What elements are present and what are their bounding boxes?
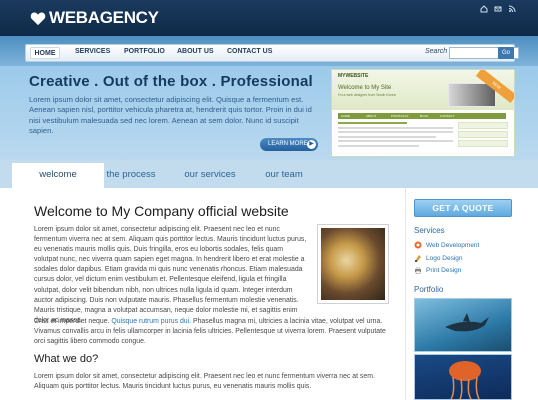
learn-more-button[interactable]: LEARN MORE ▶ <box>260 138 318 151</box>
preview-line <box>338 122 407 124</box>
preview-nav-item: BLOG <box>420 113 429 118</box>
services-heading: Services <box>414 226 445 235</box>
jellyfish-image <box>449 361 481 400</box>
preview-line <box>338 131 453 133</box>
preview-line <box>338 144 419 147</box>
intro-paragraph: Lorem ipsum dolor sit amet, consectetur … <box>34 226 307 324</box>
portfolio-heading: Portfolio <box>414 285 444 294</box>
column-divider <box>405 188 406 400</box>
portfolio-thumbnail[interactable] <box>414 354 512 400</box>
shark-image <box>445 313 489 332</box>
preview-side-box <box>458 131 508 138</box>
paragraph-text: Cras et imperdiet neque. <box>34 318 110 325</box>
service-label: Logo Design <box>426 254 463 262</box>
heart-icon <box>30 12 46 25</box>
preview-subtitle: I'm a web designer from South Korea <box>338 93 396 97</box>
preview-logo: MYWEBSITE <box>338 73 369 79</box>
preview-side-box <box>458 122 508 129</box>
inline-link[interactable]: Quisque rutrum purus dui. <box>111 318 191 325</box>
arrow-right-icon: ▶ <box>307 140 316 149</box>
top-icons <box>480 5 516 13</box>
search-label: Search <box>425 48 448 55</box>
portfolio-thumbnail[interactable] <box>414 298 512 352</box>
preview-nav-item: ABOUT <box>366 113 377 118</box>
page-heading: Welcome to My Company official website <box>34 203 289 219</box>
site-header: WEBAGENCY <box>0 0 538 36</box>
preview-sidebar <box>458 122 508 156</box>
preview-nav: HOME ABOUT PORTFOLIO BLOG CONTACT <box>338 113 506 119</box>
home-icon[interactable] <box>480 5 488 13</box>
logo-text: WEBAGENCY <box>49 8 159 27</box>
service-link-web-development[interactable]: Web Development <box>414 241 479 249</box>
preview-line <box>338 140 453 142</box>
print-design-icon <box>415 267 421 274</box>
tab-bar: welcome the process our services our tea… <box>0 160 538 188</box>
preview-nav-item: CONTACT <box>440 113 455 118</box>
section-heading: What we do? <box>34 353 99 365</box>
preview-nav-item: HOME <box>341 113 350 118</box>
preview-body <box>338 122 453 156</box>
web-development-icon <box>414 241 422 249</box>
website-preview-image: MYWEBSITE Welcome to My Site I'm a web d… <box>331 69 515 157</box>
preview-side-box <box>458 140 508 147</box>
nav-item-services[interactable]: SERVICES <box>75 48 110 55</box>
learn-more-label: LEARN MORE <box>268 141 308 147</box>
rss-icon[interactable] <box>508 5 516 13</box>
preview-line <box>338 135 436 138</box>
service-link-logo-design[interactable]: Logo Design <box>414 254 463 262</box>
tab-our-team[interactable]: our team <box>238 163 330 188</box>
preview-title: Welcome to My Site <box>338 85 392 91</box>
second-paragraph: Cras et imperdiet neque. Quisque rutrum … <box>34 317 389 347</box>
service-link-print-design[interactable]: Print Design <box>414 266 461 274</box>
nav-item-home[interactable]: HOME <box>30 47 60 59</box>
preview-line <box>338 126 453 129</box>
logo-design-icon <box>415 255 421 262</box>
preview-nav-item: PORTFOLIO <box>391 113 409 118</box>
hero-text: Lorem ipsum dolor sit amet, consectetur … <box>29 95 312 135</box>
get-a-quote-button[interactable]: GET A QUOTE <box>414 199 512 217</box>
hero-title: Creative . Out of the box . Professional <box>29 73 313 90</box>
nav-item-about-us[interactable]: ABOUT US <box>177 48 214 55</box>
nav-area: HOME SERVICES PORTFOLIO ABOUT US CONTACT… <box>0 36 538 66</box>
service-label: Print Design <box>426 266 462 274</box>
service-label: Web Development <box>426 241 480 249</box>
nav-item-portfolio[interactable]: PORTFOLIO <box>124 48 165 55</box>
content-photo <box>321 228 385 300</box>
third-paragraph: Lorem ipsum dolor sit amet, consectetur … <box>34 373 375 391</box>
nav-item-contact-us[interactable]: CONTACT US <box>227 48 272 55</box>
content-image <box>317 224 389 304</box>
mail-icon[interactable] <box>494 5 502 13</box>
site-logo[interactable]: WEBAGENCY <box>30 8 159 28</box>
search-go-button[interactable]: Go <box>498 47 514 59</box>
main-nav: HOME SERVICES PORTFOLIO ABOUT US CONTACT… <box>25 44 519 62</box>
